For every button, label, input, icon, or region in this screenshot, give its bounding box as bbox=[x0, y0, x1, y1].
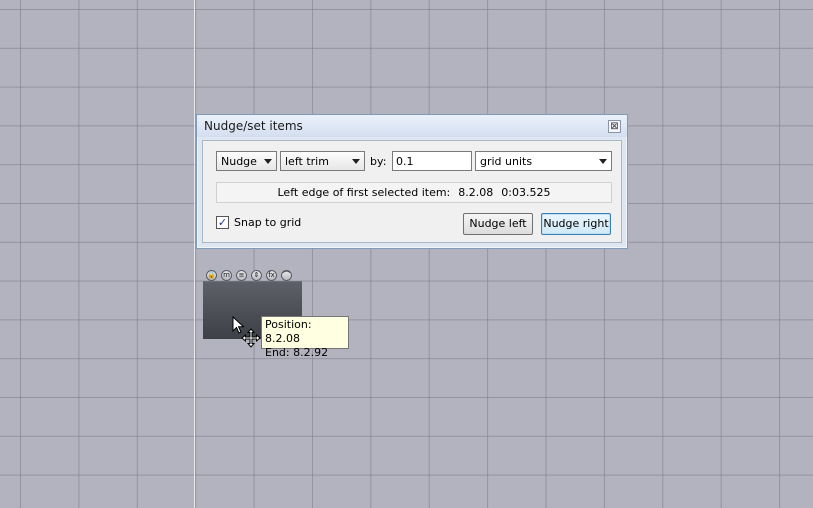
nudge-set-items-dialog: Nudge/set items ⊠ Nudge left trim by: gr… bbox=[196, 114, 628, 249]
nudge-right-button[interactable]: Nudge right bbox=[541, 213, 611, 235]
envelope-icon[interactable]: ⌒ bbox=[281, 270, 292, 281]
units-select[interactable]: grid units bbox=[475, 151, 612, 171]
snap-to-grid-label[interactable]: Snap to grid bbox=[234, 216, 301, 229]
edit-cursor-line bbox=[194, 0, 195, 508]
chevron-down-icon bbox=[352, 159, 360, 164]
dialog-title: Nudge/set items bbox=[204, 119, 303, 133]
info-label: Left edge of first selected item: bbox=[277, 186, 451, 199]
tooltip-end: End: 8.2.92 bbox=[265, 346, 329, 359]
chevron-down-icon bbox=[599, 159, 607, 164]
position-tooltip: Position: 8.2.08 End: 8.2.92 bbox=[261, 316, 349, 359]
dialog-titlebar[interactable]: Nudge/set items ⊠ bbox=[197, 115, 627, 137]
info-position: 8.2.08 bbox=[458, 186, 494, 199]
mute-icon[interactable]: m bbox=[221, 270, 232, 281]
arrange-view[interactable] bbox=[0, 0, 813, 508]
nudge-left-button[interactable]: Nudge left bbox=[463, 213, 533, 235]
move-cursor-icon bbox=[241, 328, 261, 348]
units-select-value: grid units bbox=[480, 155, 533, 168]
target-select-value: left trim bbox=[285, 155, 329, 168]
chevron-down-icon bbox=[264, 159, 272, 164]
info-time: 0:03.525 bbox=[501, 186, 551, 199]
fx-icon[interactable]: fx bbox=[266, 270, 277, 281]
snap-to-grid-checkbox[interactable]: ✓ bbox=[216, 216, 229, 229]
lock-icon[interactable]: 🔒 bbox=[206, 270, 217, 281]
properties-icon[interactable]: ≡ bbox=[236, 270, 247, 281]
tooltip-position: Position: 8.2.08 bbox=[265, 318, 312, 345]
target-select[interactable]: left trim bbox=[280, 151, 365, 171]
by-label: by: bbox=[370, 155, 387, 168]
close-icon[interactable]: ⊠ bbox=[608, 120, 621, 133]
take-icon[interactable]: ⇕ bbox=[251, 270, 262, 281]
item-info-readout: Left edge of first selected item: 8.2.08 0… bbox=[216, 182, 612, 203]
mode-select[interactable]: Nudge bbox=[216, 151, 277, 171]
amount-input[interactable] bbox=[392, 151, 472, 171]
dialog-body: Nudge left trim by: grid units Left edge… bbox=[202, 140, 622, 243]
mode-select-value: Nudge bbox=[221, 155, 257, 168]
